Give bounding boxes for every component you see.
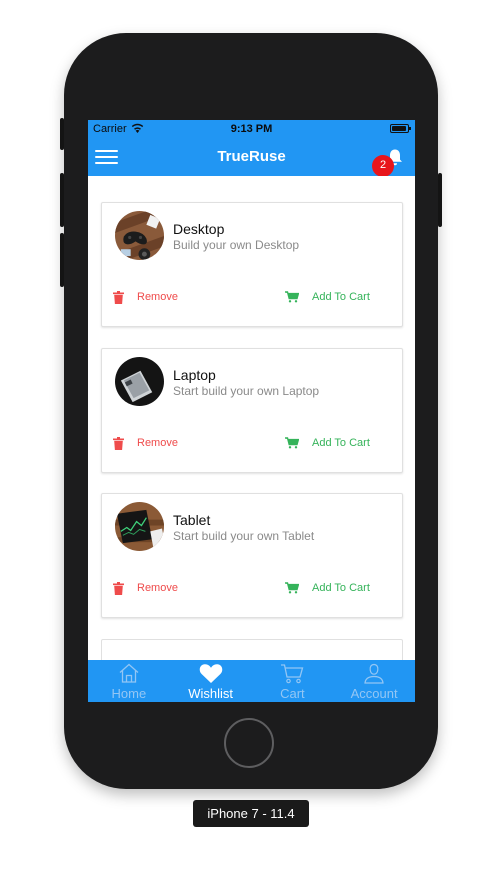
device-label: iPhone 7 - 11.4 — [193, 800, 309, 827]
wishlist-card-partial — [101, 639, 403, 660]
notification-badge: 2 — [372, 155, 394, 177]
trash-icon — [113, 436, 124, 450]
wishlist-card: Desktop Build your own Desktop Remove Ad… — [101, 202, 403, 327]
mute-switch — [60, 118, 64, 150]
cart-icon — [285, 582, 299, 594]
power-button — [438, 173, 442, 227]
product-subtitle: Build your own Desktop — [173, 238, 300, 252]
add-to-cart-label: Add To Cart — [312, 437, 370, 449]
product-subtitle: Start build your own Tablet — [173, 529, 315, 543]
add-to-cart-button[interactable]: Add To Cart — [285, 434, 370, 452]
cart-icon — [285, 437, 299, 449]
wishlist-card: Laptop Start build your own Laptop Remov… — [101, 348, 403, 473]
app-title: TrueRuse — [217, 148, 286, 165]
wishlist-card: Tablet Start build your own Tablet Remov… — [101, 493, 403, 618]
status-bar: Carrier 9:13 PM — [88, 120, 415, 138]
heart-icon — [199, 664, 222, 683]
status-time: 9:13 PM — [230, 123, 273, 135]
tab-account[interactable]: Account — [333, 660, 415, 702]
tab-wishlist[interactable]: Wishlist — [170, 660, 252, 702]
add-to-cart-button[interactable]: Add To Cart — [285, 579, 370, 597]
wishlist-list: Desktop Build your own Desktop Remove Ad… — [88, 176, 415, 660]
remove-label: Remove — [137, 582, 178, 594]
tab-wishlist-label: Wishlist — [188, 686, 234, 701]
tablet-thumbnail — [115, 502, 164, 551]
product-title: Laptop — [173, 367, 216, 383]
remove-button[interactable]: Remove — [113, 434, 178, 452]
app-header: TrueRuse 2 — [88, 138, 415, 177]
product-title: Desktop — [173, 221, 225, 237]
remove-button[interactable]: Remove — [113, 579, 178, 597]
volume-up-button — [60, 173, 64, 227]
cart-icon — [285, 291, 299, 303]
tab-account-label: Account — [350, 686, 398, 701]
trash-icon — [113, 581, 124, 595]
home-icon — [119, 663, 139, 683]
tab-home[interactable]: Home — [88, 660, 170, 702]
add-to-cart-button[interactable]: Add To Cart — [285, 288, 370, 306]
tab-cart-label: Cart — [280, 686, 305, 701]
volume-down-button — [60, 233, 64, 287]
tab-home-label: Home — [111, 686, 147, 701]
user-icon — [364, 663, 384, 684]
remove-label: Remove — [137, 437, 178, 449]
battery-icon — [390, 124, 411, 133]
remove-button[interactable]: Remove — [113, 288, 178, 306]
product-subtitle: Start build your own Laptop — [173, 384, 320, 398]
add-to-cart-label: Add To Cart — [312, 291, 370, 303]
desktop-thumbnail — [115, 211, 164, 260]
trash-icon — [113, 290, 124, 304]
app-screen: Carrier 9:13 PM TrueRuse 2 Desktop Build… — [88, 120, 415, 702]
remove-label: Remove — [137, 291, 178, 303]
cart-icon — [281, 664, 304, 684]
laptop-thumbnail — [115, 357, 164, 406]
bottom-tab-bar: Home Wishlist Cart Account — [88, 660, 415, 702]
product-title: Tablet — [173, 512, 211, 528]
tab-cart[interactable]: Cart — [252, 660, 334, 702]
home-button[interactable] — [224, 718, 274, 768]
add-to-cart-label: Add To Cart — [312, 582, 370, 594]
